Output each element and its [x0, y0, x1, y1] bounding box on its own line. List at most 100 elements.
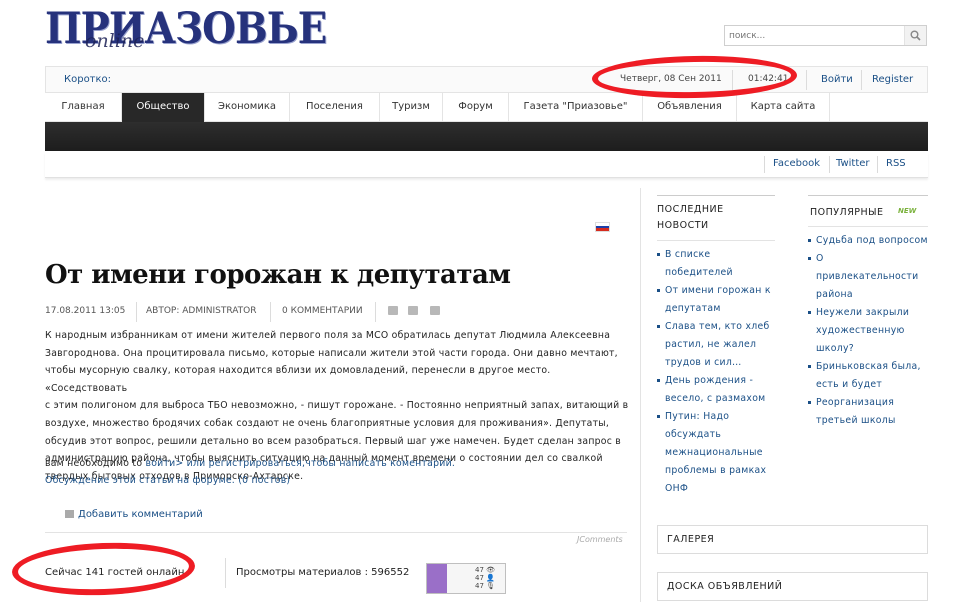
latest-news: ПОСЛЕДНИЕ НОВОСТИ В списке победителей О… — [657, 195, 775, 498]
page-views: Просмотры материалов : 596552 — [236, 567, 410, 578]
current-time: 01:42:41 — [748, 74, 789, 84]
popular-item[interactable]: Реорганизация третьей школы — [808, 394, 928, 430]
pdf-icon[interactable] — [430, 306, 440, 315]
popular-item[interactable]: Неужели закрыли художественную школу? — [808, 304, 928, 358]
item-line: Бриньковская была, — [816, 361, 921, 372]
nav-item-forum[interactable]: Форум — [443, 93, 509, 122]
add-comment-link[interactable]: Добавить комментарий — [78, 509, 203, 520]
item-line: трудов и сил… — [665, 357, 742, 368]
top-bar: Коротко: Четверг, 08 Сен 2011 01:42:41 В… — [45, 66, 928, 93]
divider — [225, 558, 226, 588]
forum-discussion-link[interactable]: Обсуждение этой статьи на форуме. (0 пос… — [45, 475, 290, 486]
register-link[interactable]: Register — [872, 74, 913, 85]
counter-values: 47 👁 47 👤 47 🎙 — [475, 566, 495, 590]
article-line: с этим полигоном для выброса ТБО невозмо… — [45, 400, 629, 412]
main-nav: Главная Общество Экономика Поселения Тур… — [45, 93, 928, 122]
popular-news: ПОПУЛЯРНЫЕ NEW Судьба под вопросом О при… — [808, 195, 928, 430]
nav-item-settlements[interactable]: Поселения — [290, 93, 380, 122]
latest-news-item[interactable]: В списке победителей — [657, 246, 775, 282]
latest-news-heading: ПОСЛЕДНИЕ НОВОСТИ — [657, 195, 775, 241]
item-line: проблемы в рамках — [665, 465, 767, 476]
search-icon — [910, 30, 921, 41]
site-logo[interactable]: ПРИАЗОВЬЕ online — [45, 4, 327, 54]
nav-item-society[interactable]: Общество — [122, 93, 205, 122]
article-line: К народным избранникам от имени жителей … — [45, 330, 611, 341]
login-link[interactable]: Войти — [821, 74, 853, 85]
gallery-box[interactable]: ГАЛЕРЕЯ — [657, 525, 928, 554]
popular-item[interactable]: Бриньковская была, есть и будет — [808, 358, 928, 394]
nav-item-newspaper[interactable]: Газета "Приазовье" — [509, 93, 643, 122]
item-line: третьей школы — [816, 415, 896, 426]
counter-line: 47 👁 — [475, 566, 496, 574]
nav-item-sitemap[interactable]: Карта сайта — [737, 93, 830, 122]
divider — [270, 302, 271, 322]
facebook-link[interactable]: Facebook — [773, 158, 820, 169]
sub-nav-bar — [45, 122, 928, 151]
register-notice: вам необходимо to войти> или регистриров… — [45, 458, 455, 469]
add-comment[interactable]: Добавить комментарий — [65, 509, 203, 520]
item-line: От имени горожан к — [665, 285, 771, 296]
article-meta: 17.08.2011 13:05 АВТОР: ADMINISTRATOR 0 … — [45, 298, 625, 324]
latest-news-item[interactable]: Путин: Надо обсуждать межнациональные пр… — [657, 408, 775, 498]
visitor-counter[interactable]: 47 👁 47 👤 47 🎙 — [426, 563, 506, 594]
email-icon[interactable] — [388, 306, 398, 315]
article-author: АВТОР: ADMINISTRATOR — [146, 306, 257, 316]
new-badge: NEW — [898, 207, 917, 215]
search-button[interactable] — [904, 26, 926, 45]
gallery-title: ГАЛЕРЕЯ — [667, 534, 715, 545]
popular-item[interactable]: Судьба под вопросом — [808, 232, 928, 250]
latest-news-item[interactable]: Слава тем, кто хлеб растил, не жалел тру… — [657, 318, 775, 372]
divider — [45, 532, 627, 533]
counter-logo-icon — [427, 564, 447, 593]
item-line: Слава тем, кто хлеб — [665, 321, 770, 332]
counter-line: 47 👤 — [475, 574, 495, 582]
popular-title: ПОПУЛЯРНЫЕ — [810, 207, 884, 218]
classifieds-box[interactable]: ДОСКА ОБЪЯВЛЕНИЙ — [657, 572, 928, 601]
search-input[interactable] — [725, 26, 903, 45]
login-register-link[interactable]: войти> или регистрироваться,чтобы написа… — [145, 458, 455, 469]
nav-item-home[interactable]: Главная — [45, 93, 122, 122]
heading-line: НОВОСТИ — [657, 220, 709, 231]
item-line: депутатам — [665, 303, 721, 314]
popular-heading: ПОПУЛЯРНЫЕ NEW — [808, 195, 928, 227]
popular-item[interactable]: О привлекательности района — [808, 250, 928, 304]
search-box — [724, 25, 927, 46]
twitter-link[interactable]: Twitter — [836, 158, 870, 169]
heading-line: ПОСЛЕДНИЕ — [657, 204, 724, 215]
article-line: обсудив этот вопрос, решили детально во … — [45, 435, 622, 447]
latest-news-item[interactable]: День рождения - весело, с размахом — [657, 372, 775, 408]
comment-icon — [65, 510, 74, 518]
current-date: Четверг, 08 Сен 2011 — [620, 74, 722, 84]
item-line: растил, не жалел — [665, 339, 757, 350]
column-divider — [640, 188, 641, 602]
comments-count-link[interactable]: 0 КОММЕНТАРИИ — [282, 306, 363, 316]
nav-item-tourism[interactable]: Туризм — [380, 93, 443, 122]
divider — [829, 156, 830, 173]
item-line: весело, с размахом — [665, 393, 766, 404]
article-line: Завгороднова. Она процитировала письмо, … — [45, 347, 618, 359]
russian-flag-icon[interactable] — [595, 222, 610, 232]
item-line: района — [816, 289, 853, 300]
divider — [764, 156, 765, 173]
divider — [375, 302, 376, 322]
logo-subtitle: online — [85, 30, 145, 52]
article-title: От имени горожан к депутатам — [45, 260, 511, 290]
print-icon[interactable] — [408, 306, 418, 315]
divider — [877, 156, 878, 173]
jcomments-label: JComments — [577, 535, 623, 544]
divider — [806, 70, 807, 90]
article-line: чтобы мусорную свалку, которая находится… — [45, 365, 551, 394]
item-line: есть и будет — [816, 379, 883, 390]
item-line: Путин: Надо — [665, 411, 730, 422]
nav-item-ads[interactable]: Объявления — [643, 93, 737, 122]
latest-news-item[interactable]: От имени горожан к депутатам — [657, 282, 775, 318]
classifieds-title: ДОСКА ОБЪЯВЛЕНИЙ — [667, 581, 783, 592]
online-guests: Сейчас 141 гостей онлайн — [45, 567, 185, 578]
item-line: школу? — [816, 343, 854, 354]
item-line: Неужели закрыли — [816, 307, 910, 318]
item-line: обсуждать — [665, 429, 722, 440]
divider — [732, 70, 733, 90]
rss-link[interactable]: RSS — [886, 158, 906, 169]
register-prefix: вам необходимо to — [45, 458, 143, 469]
nav-item-economy[interactable]: Экономика — [205, 93, 290, 122]
